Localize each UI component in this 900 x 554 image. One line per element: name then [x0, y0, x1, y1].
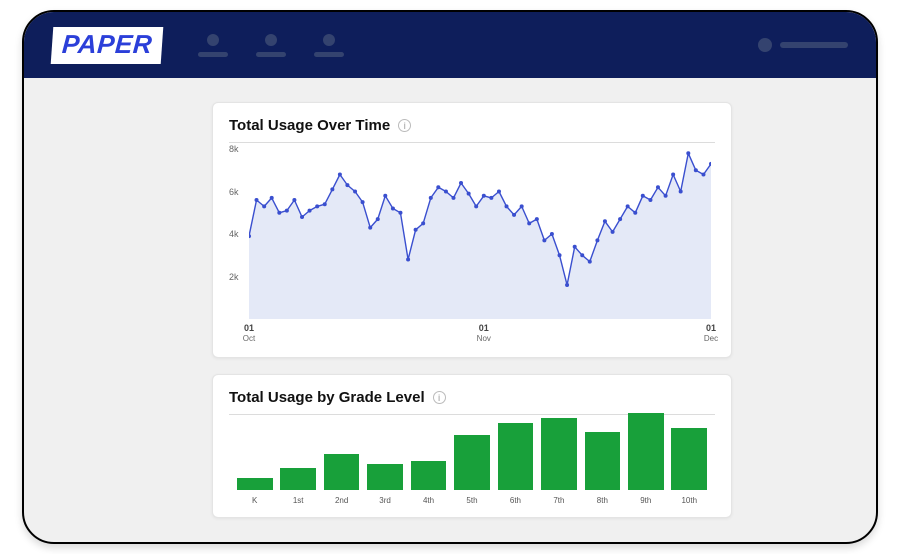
- bar-label: 2nd: [335, 496, 348, 505]
- bar: [541, 418, 577, 490]
- bar-label: 4th: [423, 496, 434, 505]
- y-axis-tick: 6k: [229, 187, 239, 197]
- bar: [498, 423, 534, 490]
- user-menu-placeholder[interactable]: [758, 38, 848, 52]
- app-window: PAPER Total Usage Over Time i 2k4k6k8k01…: [22, 10, 878, 544]
- bar-column: 6th: [494, 423, 537, 505]
- y-axis-tick: 8k: [229, 144, 239, 154]
- bar-label: 3rd: [379, 496, 391, 505]
- card-usage-over-time: Total Usage Over Time i 2k4k6k8k01Oct01N…: [212, 102, 732, 358]
- nav-item-placeholder[interactable]: [256, 34, 286, 57]
- card-title: Total Usage by Grade Level: [229, 389, 425, 406]
- bar-label: 5th: [466, 496, 477, 505]
- x-axis-tick: 01Oct: [243, 323, 255, 343]
- y-axis-tick: 4k: [229, 229, 239, 239]
- bar-label: 9th: [640, 496, 651, 505]
- bar-column: 2nd: [320, 454, 363, 505]
- bar-column: 5th: [450, 435, 493, 505]
- main-content: Total Usage Over Time i 2k4k6k8k01Oct01N…: [212, 102, 732, 518]
- bar-column: 7th: [537, 418, 580, 505]
- bar-column: 1st: [276, 468, 319, 505]
- bar-label: 6th: [510, 496, 521, 505]
- bar-column: K: [233, 478, 276, 505]
- bar-label: K: [252, 496, 257, 505]
- bar: [324, 454, 360, 490]
- bar: [367, 464, 403, 490]
- divider: [229, 142, 715, 143]
- bar-column: 10th: [668, 428, 711, 505]
- brand-logo[interactable]: PAPER: [51, 27, 164, 64]
- bar: [280, 468, 316, 490]
- bar-label: 1st: [293, 496, 304, 505]
- x-axis-tick: 01Nov: [477, 323, 491, 343]
- y-axis-tick: 2k: [229, 272, 239, 282]
- nav-item-placeholder[interactable]: [314, 34, 344, 57]
- bar: [411, 461, 447, 490]
- bar-chart: K 1st 2nd 3rd 4th 5th 6th 7th 8th 9th 10th: [229, 421, 715, 505]
- bar-column: 8th: [581, 432, 624, 505]
- bar: [671, 428, 707, 490]
- card-usage-by-grade: Total Usage by Grade Level i K 1st 2nd 3rd 4…: [212, 374, 732, 518]
- card-title: Total Usage Over Time: [229, 117, 390, 134]
- bar-column: 9th: [624, 413, 667, 505]
- info-icon[interactable]: i: [398, 119, 411, 132]
- bar: [454, 435, 490, 490]
- bar-label: 8th: [597, 496, 608, 505]
- bar: [628, 413, 664, 490]
- bar-column: 3rd: [363, 464, 406, 505]
- line-chart: 2k4k6k8k01Oct01Nov01Dec: [249, 149, 711, 319]
- nav-item-placeholder[interactable]: [198, 34, 228, 57]
- bar: [237, 478, 273, 490]
- bar-column: 4th: [407, 461, 450, 505]
- nav-skeleton: [198, 34, 344, 57]
- x-axis-tick: 01Dec: [704, 323, 718, 343]
- bar: [585, 432, 621, 490]
- top-nav-bar: PAPER: [24, 12, 876, 78]
- bar-label: 7th: [553, 496, 564, 505]
- bar-label: 10th: [681, 496, 697, 505]
- info-icon[interactable]: i: [433, 391, 446, 404]
